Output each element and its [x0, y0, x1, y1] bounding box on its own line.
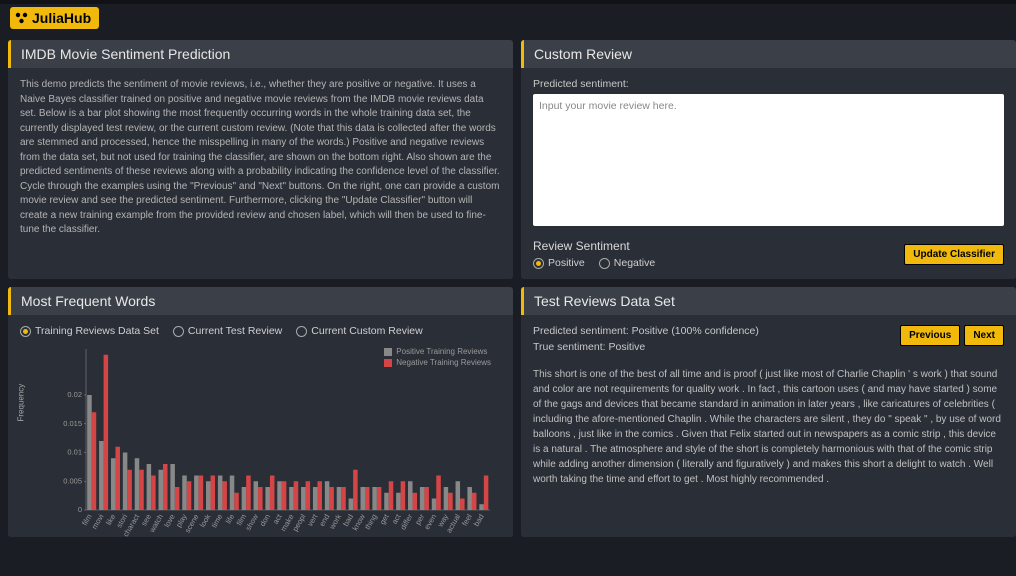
brand-logo[interactable]: JuliaHub — [10, 7, 99, 29]
predicted-sentiment-label: Predicted sentiment: — [533, 78, 1004, 90]
svg-text:0: 0 — [78, 505, 82, 514]
panel-custom-title: Custom Review — [521, 40, 1016, 68]
svg-text:bad: bad — [472, 513, 486, 528]
svg-text:love: love — [162, 513, 177, 529]
svg-text:0.02: 0.02 — [67, 390, 82, 399]
radio-current-custom[interactable]: Current Custom Review — [296, 325, 422, 337]
panel-main-title: IMDB Movie Sentiment Prediction — [8, 40, 513, 68]
radio-icon — [599, 258, 610, 269]
radio-icon — [20, 326, 31, 337]
radio-label: Training Reviews Data Set — [35, 325, 159, 337]
next-button[interactable]: Next — [964, 325, 1004, 346]
panel-freq-title: Most Frequent Words — [8, 287, 513, 315]
update-classifier-button[interactable]: Update Classifier — [904, 244, 1004, 265]
radio-label: Current Test Review — [188, 325, 282, 337]
legend-pos: Positive Training Reviews — [396, 347, 487, 356]
panel-test-reviews: Test Reviews Data Set Predicted sentimen… — [521, 287, 1016, 537]
svg-text:vert: vert — [305, 512, 320, 528]
chart-legend: Positive Training Reviews Negative Train… — [384, 347, 491, 369]
previous-button[interactable]: Previous — [900, 325, 960, 346]
frequency-bar-chart: 00.0050.010.0150.02filmmovilikestorichar… — [56, 345, 496, 537]
test-true: True sentiment: Positive — [533, 341, 759, 353]
radio-icon — [533, 258, 544, 269]
radio-icon — [296, 326, 307, 337]
brand-name: JuliaHub — [32, 10, 91, 26]
svg-text:time: time — [209, 513, 224, 530]
radio-label: Current Custom Review — [311, 325, 422, 337]
legend-neg: Negative Training Reviews — [396, 358, 491, 367]
panel-custom-review: Custom Review Predicted sentiment: Revie… — [521, 40, 1016, 279]
svg-text:0.005: 0.005 — [63, 476, 82, 485]
radio-current-test[interactable]: Current Test Review — [173, 325, 282, 337]
svg-text:get: get — [378, 512, 391, 526]
svg-text:0.015: 0.015 — [63, 419, 82, 428]
juliahub-icon — [14, 11, 30, 25]
radio-negative-label: Negative — [614, 257, 655, 269]
svg-text:feel: feel — [460, 512, 474, 527]
radio-positive-label: Positive — [548, 257, 585, 269]
panel-freq-words: Most Frequent Words Training Reviews Dat… — [8, 287, 513, 537]
review-sentiment-title: Review Sentiment — [533, 239, 904, 253]
svg-text:0.01: 0.01 — [67, 448, 82, 457]
panel-main: IMDB Movie Sentiment Prediction This dem… — [8, 40, 513, 279]
svg-text:don: don — [258, 513, 272, 528]
radio-positive[interactable]: Positive — [533, 257, 585, 269]
custom-review-input[interactable] — [533, 94, 1004, 226]
test-predicted: Predicted sentiment: Positive (100% conf… — [533, 325, 759, 337]
radio-training-set[interactable]: Training Reviews Data Set — [20, 325, 159, 337]
radio-negative[interactable]: Negative — [599, 257, 655, 269]
chart-y-axis-label: Frequency — [17, 384, 26, 422]
test-review-text: This short is one of the best of all tim… — [533, 367, 1004, 487]
main-description: This demo predicts the sentiment of movi… — [20, 78, 501, 238]
panel-test-title: Test Reviews Data Set — [521, 287, 1016, 315]
topbar: JuliaHub — [0, 0, 1016, 32]
radio-icon — [173, 326, 184, 337]
